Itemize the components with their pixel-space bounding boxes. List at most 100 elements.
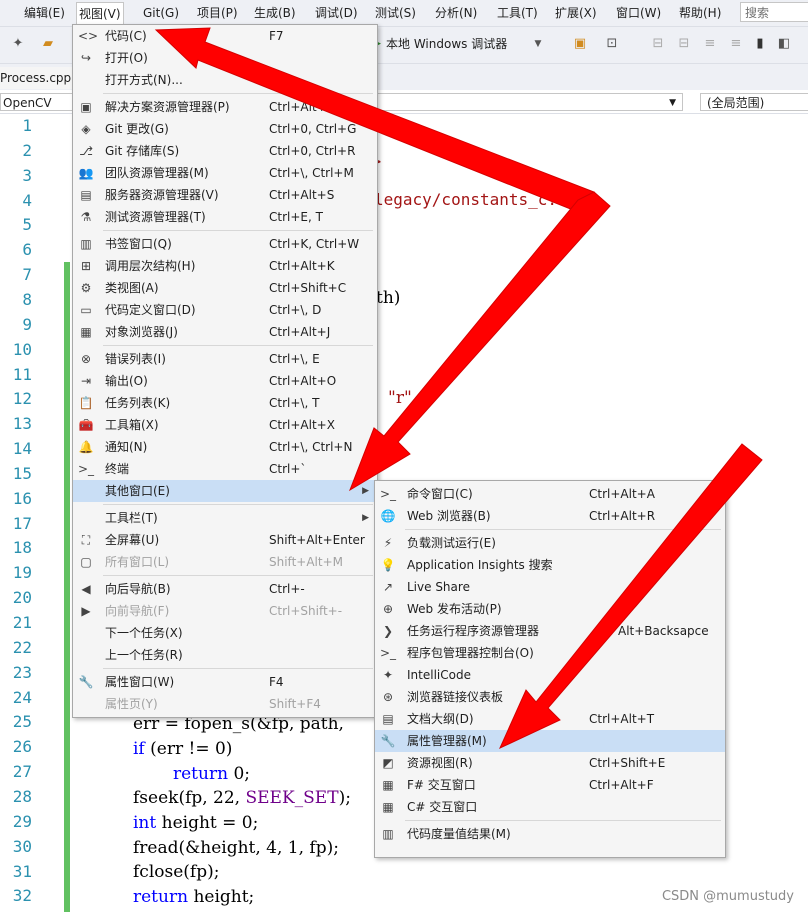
view-menu-item[interactable]: 📋 任务列表(K) Ctrl+\, T <box>73 392 377 414</box>
view-menu-item[interactable]: ▭ 代码定义窗口(D) Ctrl+\, D <box>73 299 377 321</box>
view-menu-item[interactable]: ▥ 书签窗口(Q) Ctrl+K, Ctrl+W <box>73 233 377 255</box>
search-input[interactable]: 搜索 (Ctrl+Q) <box>740 2 808 40</box>
view-menu-item[interactable]: ⊞ 调用层次结构(H) Ctrl+Alt+K <box>73 255 377 277</box>
view-menu-item[interactable]: ◈ Git 更改(G) Ctrl+0, Ctrl+G <box>73 118 377 140</box>
view-menu-item[interactable]: 其他窗口(E) ▶ <box>73 480 377 502</box>
view-menu-item[interactable]: ▣ 解决方案资源管理器(P) Ctrl+Alt+L <box>73 96 377 118</box>
other-windows-menu-item[interactable]: ↗ Live Share <box>375 576 725 598</box>
other-windows-menu-item[interactable]: 🌐 Web 浏览器(B) Ctrl+Alt+R <box>375 505 725 527</box>
other-windows-menu-item[interactable]: ✦ IntelliCode <box>375 664 725 686</box>
view-menu-item[interactable]: ▤ 服务器资源管理器(V) Ctrl+Alt+S <box>73 184 377 206</box>
menu-item-label: 向后导航(B) <box>105 582 171 596</box>
view-menu-item[interactable]: 工具栏(T) ▶ <box>73 507 377 529</box>
code-text: ); <box>338 788 351 808</box>
menu-build[interactable]: 生成(B) <box>252 4 298 22</box>
menu-item-shortcut: F7 <box>269 29 284 43</box>
menu-extensions[interactable]: 扩展(X) <box>553 4 599 22</box>
new-project-icon[interactable]: ✦ <box>10 36 26 52</box>
other-windows-menu-item[interactable]: ▤ 文档大纲(D) Ctrl+Alt+T <box>375 708 725 730</box>
menu-separator <box>103 575 373 576</box>
other-windows-menu-item[interactable]: >_ 程序包管理器控制台(O) <box>375 642 725 664</box>
menu-separator <box>103 230 373 231</box>
menu-project[interactable]: 项目(P) <box>195 4 240 22</box>
breakpoint-icon[interactable]: ⊟ <box>650 36 666 52</box>
chevron-down-icon[interactable]: ▼ <box>530 36 546 52</box>
comment-icon[interactable]: ≡ <box>702 36 718 52</box>
view-menu-item[interactable]: ▦ 对象浏览器(J) Ctrl+Alt+J <box>73 321 377 343</box>
menu-item-shortcut: F4 <box>269 675 284 689</box>
line-number: 30 <box>12 836 32 856</box>
task-runner-icon: ❯ <box>382 624 394 638</box>
line-number: 32 <box>12 886 32 906</box>
menu-item-label: 工具栏(T) <box>105 511 158 525</box>
menu-analyze[interactable]: 分析(N) <box>433 4 479 22</box>
package-console-icon: >_ <box>380 646 397 660</box>
other-windows-menu-item[interactable]: ▦ C# 交互窗口 <box>375 796 725 818</box>
view-menu-item[interactable]: ↪ 打开(O) <box>73 47 377 69</box>
menu-item-label: F# 交互窗口 <box>407 778 476 792</box>
code-text: (err != 0) <box>144 739 233 759</box>
other-windows-menu-item[interactable]: ⚡ 负载测试运行(E) <box>375 532 725 554</box>
view-menu-item[interactable]: 打开方式(N)... <box>73 69 377 91</box>
start-debugger-button[interactable]: 本地 Windows 调试器 <box>386 36 507 52</box>
bookmark-icon[interactable]: ▮ <box>752 36 768 52</box>
view-menu-item[interactable]: 🔔 通知(N) Ctrl+\, Ctrl+N <box>73 436 377 458</box>
bookmark-prev-icon[interactable]: ◧ <box>776 36 792 52</box>
menu-edit[interactable]: 编辑(E) <box>22 4 67 22</box>
other-windows-menu-item[interactable]: ▥ 代码度量值结果(M) <box>375 823 725 845</box>
menu-item-label: 终端 <box>105 462 130 476</box>
code-metrics-icon: ▥ <box>382 827 394 841</box>
view-menu-item[interactable]: ⚙ 类视图(A) Ctrl+Shift+C <box>73 277 377 299</box>
view-menu-item[interactable]: 下一个任务(X) <box>73 622 377 644</box>
output-icon: ⇥ <box>80 374 92 388</box>
watermark: CSDN @mumustudy <box>661 889 794 904</box>
other-windows-menu-item[interactable]: 💡 Application Insights 搜索 <box>375 554 725 576</box>
menu-item-shortcut: Ctrl+Alt+X <box>269 418 335 432</box>
indent-icon[interactable]: ⊟ <box>676 36 692 52</box>
other-windows-menu-item[interactable]: ⊛ 浏览器链接仪表板 <box>375 686 725 708</box>
fullscreen-icon: ⛶ <box>81 533 91 547</box>
view-menu-item[interactable]: 🔧 属性窗口(W) F4 <box>73 671 377 693</box>
line-number: 31 <box>12 861 32 881</box>
uncomment-icon[interactable]: ≡ <box>728 36 744 52</box>
tab-process-cpp[interactable]: Process.cpp <box>0 67 78 89</box>
view-menu-item[interactable]: 🧰 工具箱(X) Ctrl+Alt+X <box>73 414 377 436</box>
view-menu-item[interactable]: ◀ 向后导航(B) Ctrl+- <box>73 578 377 600</box>
view-menu-item[interactable]: 👥 团队资源管理器(M) Ctrl+\, Ctrl+M <box>73 162 377 184</box>
view-menu-item[interactable]: ▶ 向前导航(F) Ctrl+Shift+- <box>73 600 377 622</box>
view-menu-item[interactable]: <> 代码(C) F7 <box>73 25 377 47</box>
other-windows-menu-item[interactable]: >_ 命令窗口(C) Ctrl+Alt+A <box>375 483 725 505</box>
other-windows-menu-item[interactable]: ⊕ Web 发布活动(P) <box>375 598 725 620</box>
view-menu-item[interactable]: ⎇ Git 存储库(S) Ctrl+0, Ctrl+R <box>73 140 377 162</box>
menu-tools[interactable]: 工具(T) <box>495 4 540 22</box>
menu-git[interactable]: Git(G) <box>141 4 181 22</box>
other-windows-menu-item[interactable]: ◩ 资源视图(R) Ctrl+Shift+E <box>375 752 725 774</box>
other-windows-menu-item[interactable]: 🔧 属性管理器(M) <box>375 730 725 752</box>
other-windows-menu-item[interactable]: ▦ F# 交互窗口 Ctrl+Alt+F <box>375 774 725 796</box>
other-windows-menu-item[interactable]: ❯ 任务运行程序资源管理器 Alt+Backsapce <box>375 620 725 642</box>
view-menu-item[interactable]: 上一个任务(R) <box>73 644 377 666</box>
menu-view[interactable]: 视图(V) <box>76 2 124 25</box>
view-menu-item[interactable]: ⛶ 全屏幕(U) Shift+Alt+Enter <box>73 529 377 551</box>
view-menu-item[interactable]: ▢ 所有窗口(L) Shift+Alt+M <box>73 551 377 573</box>
insights-bulb-icon: 💡 <box>380 558 396 572</box>
folder-icon[interactable]: ▣ <box>572 36 588 52</box>
menu-item-label: 浏览器链接仪表板 <box>407 690 504 704</box>
view-menu-item[interactable]: ⇥ 输出(O) Ctrl+Alt+O <box>73 370 377 392</box>
window-icon[interactable]: ⊡ <box>604 36 620 52</box>
view-menu-item[interactable]: 属性页(Y) Shift+F4 <box>73 693 377 715</box>
menu-debug[interactable]: 调试(D) <box>313 4 360 22</box>
open-folder-icon[interactable]: ▰ <box>40 36 56 52</box>
menu-test[interactable]: 测试(S) <box>373 4 418 22</box>
view-menu-item[interactable]: ⊗ 错误列表(I) Ctrl+\, E <box>73 348 377 370</box>
menu-window[interactable]: 窗口(W) <box>614 4 663 22</box>
menu-item-label: 资源视图(R) <box>407 756 473 770</box>
view-menu-item[interactable]: ⚗ 测试资源管理器(T) Ctrl+E, T <box>73 206 377 228</box>
view-menu-item[interactable]: >_ 终端 Ctrl+` <box>73 458 377 480</box>
scope-dropdown[interactable]: (全局范围) <box>700 93 808 111</box>
menu-help[interactable]: 帮助(H) <box>677 4 723 22</box>
menu-item-shortcut: Ctrl+Alt+K <box>269 259 335 273</box>
menu-separator <box>405 820 721 821</box>
object-browser-icon: ▦ <box>80 325 92 339</box>
menu-item-shortcut: Ctrl+\, D <box>269 303 322 317</box>
